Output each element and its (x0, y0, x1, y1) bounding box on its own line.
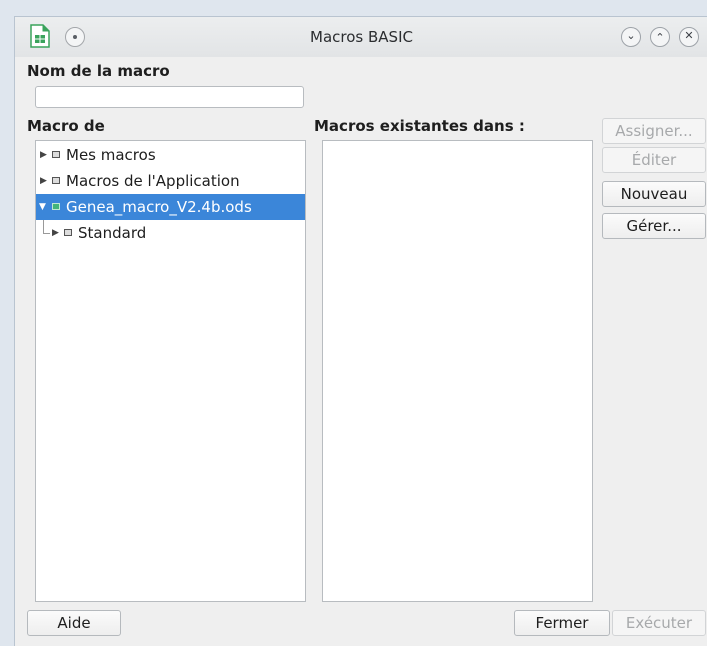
tree-item-application-macros[interactable]: ▶ Macros de l'Application (36, 168, 305, 194)
macros-dialog: Macros BASIC ⌄ ⌃ ✕ Nom de la macro Macro… (14, 16, 707, 646)
tree-item-label: Genea_macro_V2.4b.ods (66, 198, 252, 216)
module-icon (64, 229, 72, 236)
macro-name-input[interactable] (35, 86, 304, 108)
minimize-button[interactable]: ⌄ (621, 27, 641, 47)
chevron-down-icon: ⌄ (626, 29, 636, 42)
existing-macros-label: Macros existantes dans : (314, 117, 525, 135)
assign-button[interactable]: Assigner... (602, 118, 706, 144)
title-bar[interactable]: Macros BASIC ⌄ ⌃ ✕ (15, 17, 707, 57)
manage-button[interactable]: Gérer... (602, 213, 706, 239)
tree-item-document[interactable]: ▼ Genea_macro_V2.4b.ods (36, 194, 305, 220)
new-button[interactable]: Nouveau (602, 181, 706, 207)
close-dialog-button[interactable]: Fermer (514, 610, 610, 636)
macro-from-label: Macro de (27, 117, 105, 135)
macro-library-tree[interactable]: ▶ Mes macros ▶ Macros de l'Application ▼… (35, 140, 306, 602)
maximize-button[interactable]: ⌃ (650, 27, 670, 47)
library-icon (52, 177, 60, 184)
edit-button[interactable]: Éditer (602, 147, 706, 173)
spreadsheet-icon (52, 203, 60, 210)
chevron-up-icon: ⌃ (655, 31, 665, 44)
collapse-arrow-icon[interactable]: ▼ (39, 194, 46, 220)
window-title: Macros BASIC (310, 28, 413, 46)
tree-item-label: Macros de l'Application (66, 172, 240, 190)
help-button[interactable]: Aide (27, 610, 121, 636)
expand-arrow-icon[interactable]: ▶ (40, 142, 47, 168)
close-button[interactable]: ✕ (679, 27, 699, 47)
macro-name-label: Nom de la macro (27, 62, 170, 80)
close-icon: ✕ (684, 29, 694, 42)
tree-item-label: Mes macros (66, 146, 156, 164)
library-icon (52, 151, 60, 158)
tree-item-label: Standard (78, 224, 147, 242)
existing-macros-list[interactable] (322, 140, 593, 602)
expand-arrow-icon[interactable]: ▶ (40, 168, 47, 194)
tree-item-standard[interactable]: ▶ Standard (36, 220, 305, 246)
expand-arrow-icon[interactable]: ▶ (52, 220, 59, 246)
tree-item-mes-macros[interactable]: ▶ Mes macros (36, 142, 305, 168)
run-button[interactable]: Exécuter (612, 610, 706, 636)
tree-connector (43, 220, 50, 234)
